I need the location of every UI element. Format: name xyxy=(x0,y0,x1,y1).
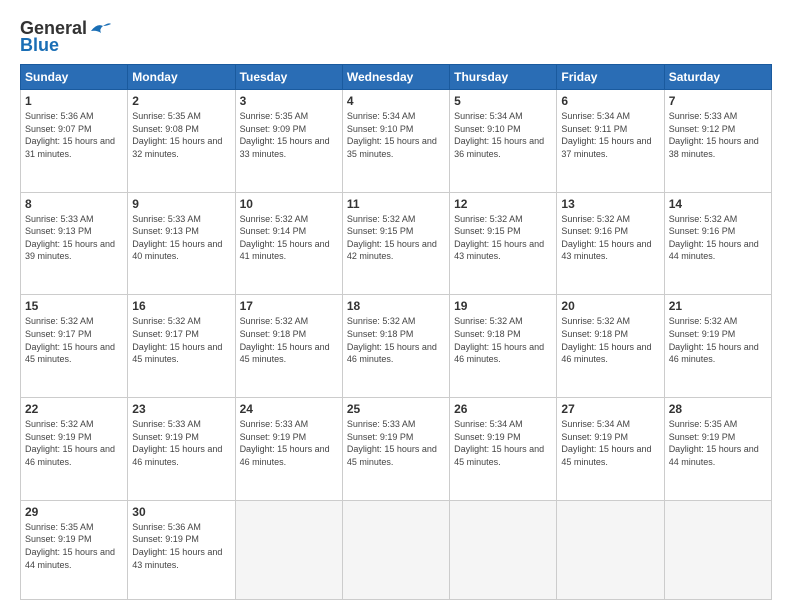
table-row: 18Sunrise: 5:32 AMSunset: 9:18 PMDayligh… xyxy=(342,295,449,398)
table-row: 10Sunrise: 5:32 AMSunset: 9:14 PMDayligh… xyxy=(235,192,342,295)
table-row: 24Sunrise: 5:33 AMSunset: 9:19 PMDayligh… xyxy=(235,398,342,501)
calendar-table: Sunday Monday Tuesday Wednesday Thursday… xyxy=(20,64,772,600)
table-row: 17Sunrise: 5:32 AMSunset: 9:18 PMDayligh… xyxy=(235,295,342,398)
table-row: 29Sunrise: 5:35 AMSunset: 9:19 PMDayligh… xyxy=(21,500,128,599)
table-row: 4Sunrise: 5:34 AMSunset: 9:10 PMDaylight… xyxy=(342,90,449,193)
col-monday: Monday xyxy=(128,65,235,90)
col-thursday: Thursday xyxy=(450,65,557,90)
col-sunday: Sunday xyxy=(21,65,128,90)
table-row: 19Sunrise: 5:32 AMSunset: 9:18 PMDayligh… xyxy=(450,295,557,398)
page: General Blue Sunday Monday Tuesday Wedne… xyxy=(0,0,792,612)
calendar-week-2: 8Sunrise: 5:33 AMSunset: 9:13 PMDaylight… xyxy=(21,192,772,295)
table-row xyxy=(235,500,342,599)
table-row: 26Sunrise: 5:34 AMSunset: 9:19 PMDayligh… xyxy=(450,398,557,501)
table-row: 1Sunrise: 5:36 AMSunset: 9:07 PMDaylight… xyxy=(21,90,128,193)
table-row: 7Sunrise: 5:33 AMSunset: 9:12 PMDaylight… xyxy=(664,90,771,193)
table-row: 9Sunrise: 5:33 AMSunset: 9:13 PMDaylight… xyxy=(128,192,235,295)
calendar-header-row: Sunday Monday Tuesday Wednesday Thursday… xyxy=(21,65,772,90)
table-row: 20Sunrise: 5:32 AMSunset: 9:18 PMDayligh… xyxy=(557,295,664,398)
table-row: 22Sunrise: 5:32 AMSunset: 9:19 PMDayligh… xyxy=(21,398,128,501)
col-wednesday: Wednesday xyxy=(342,65,449,90)
logo-bird-icon xyxy=(89,21,111,37)
table-row: 8Sunrise: 5:33 AMSunset: 9:13 PMDaylight… xyxy=(21,192,128,295)
table-row: 5Sunrise: 5:34 AMSunset: 9:10 PMDaylight… xyxy=(450,90,557,193)
col-saturday: Saturday xyxy=(664,65,771,90)
table-row: 25Sunrise: 5:33 AMSunset: 9:19 PMDayligh… xyxy=(342,398,449,501)
table-row: 23Sunrise: 5:33 AMSunset: 9:19 PMDayligh… xyxy=(128,398,235,501)
logo-blue-text: Blue xyxy=(20,35,59,56)
table-row: 3Sunrise: 5:35 AMSunset: 9:09 PMDaylight… xyxy=(235,90,342,193)
table-row: 16Sunrise: 5:32 AMSunset: 9:17 PMDayligh… xyxy=(128,295,235,398)
calendar-week-3: 15Sunrise: 5:32 AMSunset: 9:17 PMDayligh… xyxy=(21,295,772,398)
table-row xyxy=(557,500,664,599)
header: General Blue xyxy=(20,18,772,56)
table-row xyxy=(664,500,771,599)
table-row xyxy=(342,500,449,599)
table-row: 14Sunrise: 5:32 AMSunset: 9:16 PMDayligh… xyxy=(664,192,771,295)
table-row: 28Sunrise: 5:35 AMSunset: 9:19 PMDayligh… xyxy=(664,398,771,501)
table-row: 13Sunrise: 5:32 AMSunset: 9:16 PMDayligh… xyxy=(557,192,664,295)
table-row: 12Sunrise: 5:32 AMSunset: 9:15 PMDayligh… xyxy=(450,192,557,295)
table-row: 21Sunrise: 5:32 AMSunset: 9:19 PMDayligh… xyxy=(664,295,771,398)
table-row: 15Sunrise: 5:32 AMSunset: 9:17 PMDayligh… xyxy=(21,295,128,398)
table-row: 6Sunrise: 5:34 AMSunset: 9:11 PMDaylight… xyxy=(557,90,664,193)
calendar-week-1: 1Sunrise: 5:36 AMSunset: 9:07 PMDaylight… xyxy=(21,90,772,193)
logo: General Blue xyxy=(20,18,111,56)
table-row xyxy=(450,500,557,599)
calendar-week-4: 22Sunrise: 5:32 AMSunset: 9:19 PMDayligh… xyxy=(21,398,772,501)
calendar-week-5: 29Sunrise: 5:35 AMSunset: 9:19 PMDayligh… xyxy=(21,500,772,599)
table-row: 11Sunrise: 5:32 AMSunset: 9:15 PMDayligh… xyxy=(342,192,449,295)
col-friday: Friday xyxy=(557,65,664,90)
table-row: 27Sunrise: 5:34 AMSunset: 9:19 PMDayligh… xyxy=(557,398,664,501)
col-tuesday: Tuesday xyxy=(235,65,342,90)
table-row: 30Sunrise: 5:36 AMSunset: 9:19 PMDayligh… xyxy=(128,500,235,599)
table-row: 2Sunrise: 5:35 AMSunset: 9:08 PMDaylight… xyxy=(128,90,235,193)
